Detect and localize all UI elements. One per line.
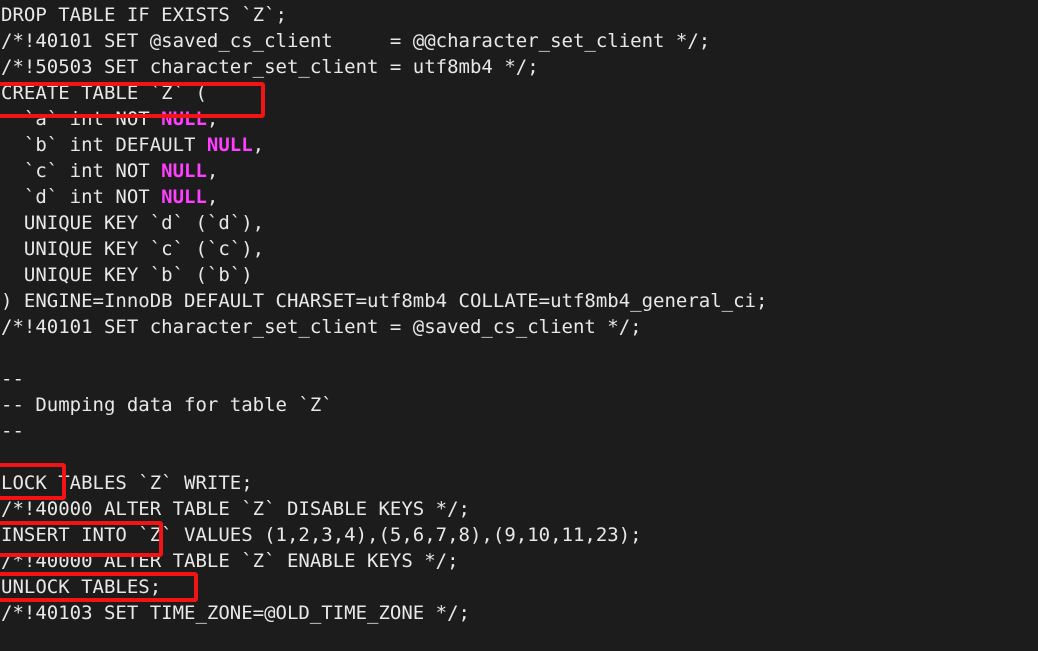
code-text: `d` int NOT — [1, 186, 162, 208]
code-line: `d` int NOT NULL, — [0, 184, 1038, 210]
code-line — [0, 340, 1038, 366]
code-text: UNIQUE KEY `d` (`d`), — [1, 212, 265, 234]
code-line: UNIQUE KEY `d` (`d`), — [0, 210, 1038, 236]
code-line: UNLOCK TABLES; — [0, 574, 1038, 600]
code-text: -- — [1, 420, 24, 442]
code-text: -- — [1, 368, 24, 390]
code-text: UNLOCK TABLES; — [1, 576, 162, 598]
code-text: `c` int NOT — [1, 160, 162, 182]
code-line — [0, 444, 1038, 470]
code-line: -- — [0, 366, 1038, 392]
code-line: /*!40101 SET @saved_cs_client = @@charac… — [0, 28, 1038, 54]
code-line: CREATE TABLE `Z` ( — [0, 80, 1038, 106]
sql-keyword-null: NULL — [161, 108, 207, 130]
code-line: /*!40101 SET character_set_client = @sav… — [0, 314, 1038, 340]
sql-keyword-null: NULL — [206, 134, 253, 156]
code-line: LOCK TABLES `Z` WRITE; — [0, 470, 1038, 496]
code-text: /*!40101 SET @saved_cs_client = @@charac… — [1, 30, 711, 52]
code-text: /*!40000 ALTER TABLE `Z` ENABLE KEYS */; — [1, 550, 459, 572]
code-line: /*!40000 ALTER TABLE `Z` ENABLE KEYS */; — [0, 548, 1038, 574]
code-line: /*!40103 SET TIME_ZONE=@OLD_TIME_ZONE */… — [0, 600, 1038, 626]
code-text: , — [206, 108, 219, 130]
code-text: ) ENGINE=InnoDB DEFAULT CHARSET=utf8mb4 … — [1, 290, 768, 312]
code-line: ) ENGINE=InnoDB DEFAULT CHARSET=utf8mb4 … — [0, 288, 1038, 314]
sql-dump-output[interactable]: DROP TABLE IF EXISTS `Z`; /*!40101 SET @s… — [0, 2, 1038, 626]
code-text: CREATE TABLE `Z` ( — [1, 82, 207, 104]
code-text: LOCK TABLES `Z` WRITE; — [1, 472, 253, 494]
code-text: INSERT INTO `Z` VALUES (1,2,3,4),(5,6,7,… — [1, 524, 642, 546]
code-line: `b` int DEFAULT NULL, — [0, 132, 1038, 158]
code-text: /*!40103 SET TIME_ZONE=@OLD_TIME_ZONE */… — [1, 602, 470, 624]
sql-keyword-null: NULL — [161, 186, 207, 208]
code-text: /*!50503 SET character_set_client = utf8… — [1, 56, 539, 78]
code-text: `a` int NOT — [1, 108, 162, 130]
code-text: , — [206, 186, 219, 208]
code-line: UNIQUE KEY `b` (`b`) — [0, 262, 1038, 288]
code-text: `b` int DEFAULT — [1, 134, 207, 156]
code-line: /*!40000 ALTER TABLE `Z` DISABLE KEYS */… — [0, 496, 1038, 522]
code-line: -- — [0, 418, 1038, 444]
sql-keyword-null: NULL — [161, 160, 207, 182]
code-text: /*!40000 ALTER TABLE `Z` DISABLE KEYS */… — [1, 498, 470, 520]
code-text: UNIQUE KEY `c` (`c`), — [1, 238, 265, 260]
code-text: /*!40101 SET character_set_client = @sav… — [1, 316, 642, 338]
code-line: /*!50503 SET character_set_client = utf8… — [0, 54, 1038, 80]
code-line: `c` int NOT NULL, — [0, 158, 1038, 184]
code-line: `a` int NOT NULL, — [0, 106, 1038, 132]
code-line: -- Dumping data for table `Z` — [0, 392, 1038, 418]
code-text: UNIQUE KEY `b` (`b`) — [1, 264, 253, 286]
code-line: DROP TABLE IF EXISTS `Z`; — [0, 2, 1038, 28]
code-text: , — [252, 134, 265, 156]
code-line: INSERT INTO `Z` VALUES (1,2,3,4),(5,6,7,… — [0, 522, 1038, 548]
code-line: UNIQUE KEY `c` (`c`), — [0, 236, 1038, 262]
code-text: , — [206, 160, 219, 182]
code-text: -- Dumping data for table `Z` — [1, 394, 333, 416]
code-text: DROP TABLE IF EXISTS `Z`; — [1, 4, 287, 26]
terminal-window: DROP TABLE IF EXISTS `Z`; /*!40101 SET @s… — [0, 0, 1038, 651]
